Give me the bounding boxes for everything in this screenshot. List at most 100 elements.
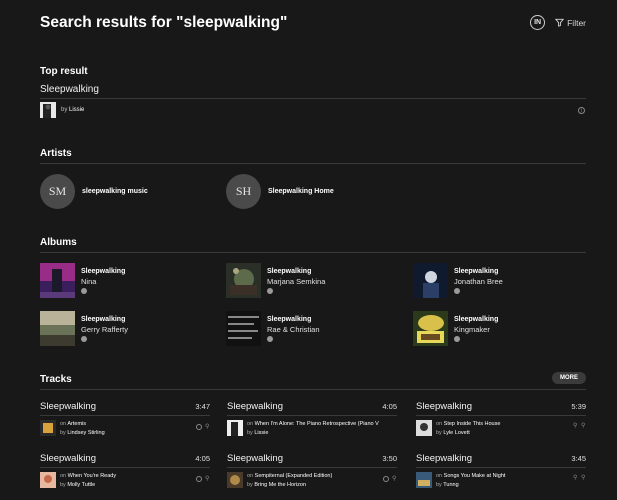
by-prefix: by: [247, 430, 253, 436]
track-album[interactable]: Songs You Make at Night: [444, 473, 506, 479]
track-album[interactable]: When You're Ready: [68, 473, 116, 479]
album-artist: Nina: [81, 277, 97, 286]
album-title: Sleepwalking: [267, 268, 312, 275]
info-icon[interactable]: [383, 476, 389, 482]
track-divider: [227, 467, 397, 468]
track-title: Sleepwalking: [416, 401, 472, 412]
album-title: Sleepwalking: [81, 316, 126, 323]
by-prefix: by: [247, 482, 253, 488]
explicit-badge: [81, 336, 87, 342]
explicit-badge: [81, 288, 87, 294]
track-album[interactable]: Artemis: [67, 421, 86, 427]
track-artist[interactable]: Lissie: [254, 430, 268, 436]
on-prefix: on: [247, 473, 254, 479]
track-meta: on Artemis by Lindsey Stirling: [60, 420, 195, 438]
account-button[interactable]: IN: [530, 15, 546, 30]
track-meta: on When I'm Alone: The Piano Retrospecti…: [247, 420, 382, 438]
track-item[interactable]: Sleepwalking 3:45 on Songs You Make at N…: [416, 453, 586, 490]
album-card[interactable]: Sleepwalking Gerry Rafferty: [40, 311, 128, 346]
pin-icon[interactable]: ⚲: [573, 475, 578, 481]
explicit-badge: [267, 336, 273, 342]
artist-name: Sleepwalking Home: [268, 188, 334, 195]
header-actions: IN Filter: [530, 15, 586, 30]
track-album[interactable]: Sempiternal (Expanded Edition): [255, 473, 333, 479]
artists-heading: Artists: [40, 148, 72, 159]
track-duration: 3:50: [382, 454, 397, 463]
track-title: Sleepwalking: [416, 453, 472, 464]
track-duration: 4:05: [195, 454, 210, 463]
top-result-byline: by Lissie: [61, 107, 84, 113]
track-divider: [40, 467, 210, 468]
track-title: Sleepwalking: [40, 401, 96, 412]
track-actions: ⚲ ⚲: [573, 475, 586, 481]
album-artist: Marjana Semkina: [267, 277, 326, 286]
pin-icon[interactable]: ⚲: [205, 424, 210, 430]
pin-icon[interactable]: ⚲: [392, 476, 397, 482]
album-title: Sleepwalking: [454, 268, 499, 275]
track-item[interactable]: Sleepwalking 3:47 on Artemis by Lindsey …: [40, 401, 210, 438]
album-card[interactable]: Sleepwalking Kingmaker: [413, 311, 498, 346]
album-cover: [226, 311, 261, 346]
track-item[interactable]: Sleepwalking 4:05 on When You're Ready b…: [40, 453, 210, 490]
track-album[interactable]: Step Inside This House: [444, 421, 501, 427]
track-artist[interactable]: Molly Tuttle: [67, 482, 95, 488]
track-duration: 3:45: [571, 454, 586, 463]
track-divider: [416, 467, 586, 468]
track-artist[interactable]: Tunng: [443, 482, 458, 488]
album-card[interactable]: Sleepwalking Marjana Semkina: [226, 263, 325, 298]
more-tracks-button[interactable]: MORE: [552, 372, 586, 384]
track-thumbnail: [40, 472, 56, 488]
track-thumbnail: [416, 420, 432, 436]
track-title: Sleepwalking: [40, 453, 96, 464]
explicit-badge: [267, 288, 273, 294]
artist-item[interactable]: SM sleepwalking music: [40, 174, 148, 209]
track-item[interactable]: Sleepwalking 4:05 on When I'm Alone: The…: [227, 401, 397, 438]
track-actions: ⚲: [196, 476, 210, 482]
track-artist[interactable]: Lyle Lovett: [443, 430, 469, 436]
pin-icon[interactable]: ⚲: [573, 423, 578, 429]
top-result-artist[interactable]: Lissie: [69, 107, 84, 113]
track-item[interactable]: Sleepwalking 3:50 on Sempiternal (Expand…: [227, 453, 397, 490]
by-prefix: by: [60, 482, 66, 488]
album-card[interactable]: Sleepwalking Nina: [40, 263, 125, 298]
by-prefix: by: [436, 482, 442, 488]
track-artist[interactable]: Bring Me the Horizon: [254, 482, 306, 488]
album-artist: Gerry Rafferty: [81, 325, 128, 334]
track-meta: on Step Inside This House by Lyle Lovett: [436, 420, 571, 438]
track-title: Sleepwalking: [227, 401, 283, 412]
on-prefix: on: [60, 421, 67, 427]
album-artist: Jonathan Bree: [454, 277, 503, 286]
on-prefix: on: [436, 421, 443, 427]
track-meta: on Songs You Make at Night by Tunng: [436, 472, 571, 490]
pin-icon[interactable]: ⚲: [205, 476, 210, 482]
album-card[interactable]: Sleepwalking Rae & Christian: [226, 311, 320, 346]
track-thumbnail: [227, 420, 243, 436]
track-album[interactable]: When I'm Alone: The Piano Retrospective …: [255, 421, 379, 427]
track-duration: 5:39: [571, 402, 586, 411]
track-divider: [227, 415, 397, 416]
artist-item[interactable]: SH Sleepwalking Home: [226, 174, 334, 209]
page-title: Search results for "sleepwalking": [40, 14, 288, 31]
top-result-row[interactable]: by Lissie: [40, 102, 84, 118]
on-prefix: on: [247, 421, 254, 427]
album-card[interactable]: Sleepwalking Jonathan Bree: [413, 263, 503, 298]
pin-icon[interactable]: ⚲: [581, 423, 586, 429]
track-artist[interactable]: Lindsey Stirling: [67, 430, 104, 436]
info-icon[interactable]: [196, 476, 202, 482]
albums-divider: [40, 252, 586, 253]
album-cover: [226, 263, 261, 298]
track-meta: on Sempiternal (Expanded Edition) by Bri…: [247, 472, 382, 490]
track-item[interactable]: Sleepwalking 5:39 on Step Inside This Ho…: [416, 401, 586, 438]
pin-icon[interactable]: ⚲: [581, 475, 586, 481]
filter-button[interactable]: Filter: [555, 18, 586, 28]
track-meta: on When You're Ready by Molly Tuttle: [60, 472, 195, 490]
by-prefix: by: [436, 430, 442, 436]
info-icon[interactable]: i: [578, 107, 585, 114]
top-result-name[interactable]: Sleepwalking: [40, 84, 99, 95]
top-result-thumbnail: [40, 102, 56, 118]
by-prefix: by: [60, 430, 66, 436]
explicit-badge: [454, 336, 460, 342]
info-icon[interactable]: [196, 424, 202, 430]
track-thumbnail: [227, 472, 243, 488]
album-cover: [413, 263, 448, 298]
